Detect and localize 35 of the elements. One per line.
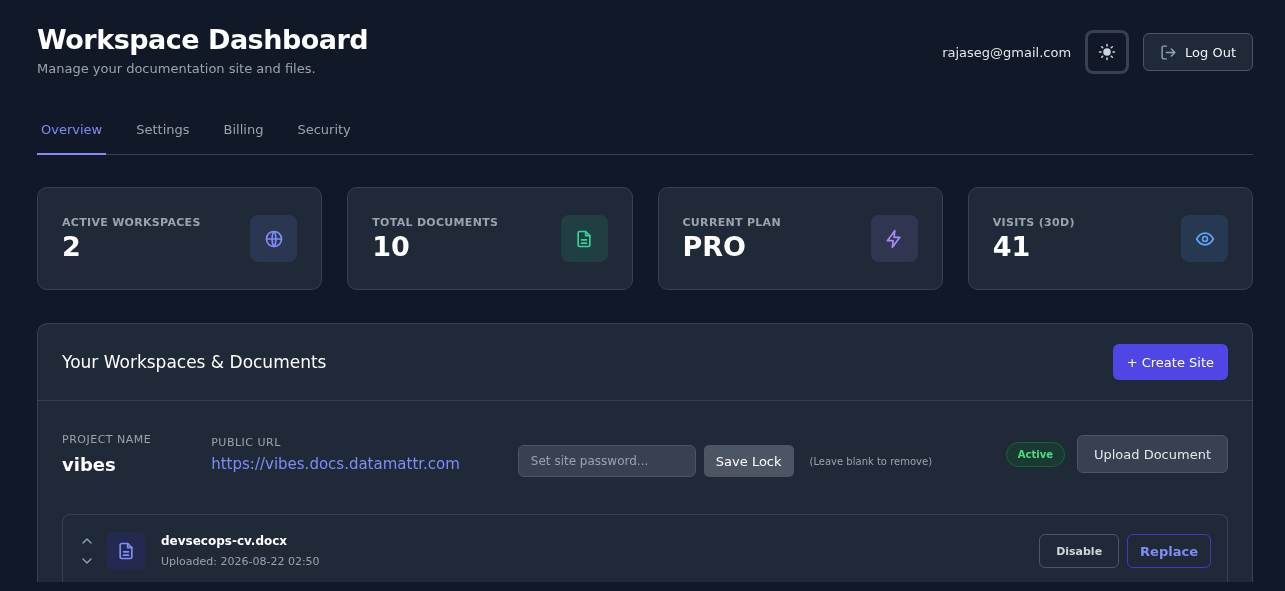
upload-document-button[interactable]: Upload Document xyxy=(1076,435,1228,473)
nav-tab[interactable]: Security xyxy=(293,114,355,155)
logout-button[interactable]: Log Out xyxy=(1143,33,1253,71)
replace-button[interactable]: Replace xyxy=(1127,534,1211,568)
stat-label: ACTIVE WORKSPACES xyxy=(62,215,201,229)
status-badge: Active xyxy=(1005,441,1065,467)
stat-label: VISITS (30D) xyxy=(992,215,1075,229)
stat-label: TOTAL DOCUMENTS xyxy=(372,215,499,229)
stat-label: CURRENT PLAN xyxy=(682,215,781,229)
document-name: devsecops-cv.docx xyxy=(161,534,289,548)
sun-icon xyxy=(1098,43,1117,61)
nav-tab[interactable]: Billing xyxy=(219,114,268,155)
nav-tab[interactable]: Settings xyxy=(132,114,194,155)
stat-value: 10 xyxy=(372,230,411,262)
save-lock-button[interactable]: Save Lock xyxy=(703,445,794,477)
panel-title: Your Workspaces & Documents xyxy=(62,352,327,372)
logout-icon xyxy=(1160,43,1178,61)
field-label: PUBLIC URL xyxy=(211,435,282,449)
upload-date: Uploaded: 2026-08-22 02:50 xyxy=(161,555,320,568)
project-name: vibes xyxy=(62,454,117,475)
document-icon xyxy=(116,541,136,561)
password-hint: (Leave blank to remove) xyxy=(809,455,933,467)
field-label: PROJECT NAME xyxy=(62,433,152,446)
create-site-button[interactable]: + Create Site xyxy=(1112,344,1228,380)
theme-toggle-button[interactable] xyxy=(1085,30,1130,74)
stat-value: 41 xyxy=(992,230,1032,262)
page-subtitle: Manage your documentation site and files. xyxy=(37,61,317,76)
stat-value: 2 xyxy=(62,230,82,262)
nav-tab[interactable]: Overview xyxy=(37,114,107,155)
disable-button[interactable]: Disable xyxy=(1039,534,1120,568)
stat-value: PRO xyxy=(682,230,748,262)
public-url-link[interactable]: https://vibes.docs.datamattr.com xyxy=(211,454,460,473)
user-email: rajaseg@gmail.com xyxy=(942,44,1072,60)
password-field[interactable]: Set site password... xyxy=(517,445,696,477)
page-title: Workspace Dashboard xyxy=(37,24,369,55)
